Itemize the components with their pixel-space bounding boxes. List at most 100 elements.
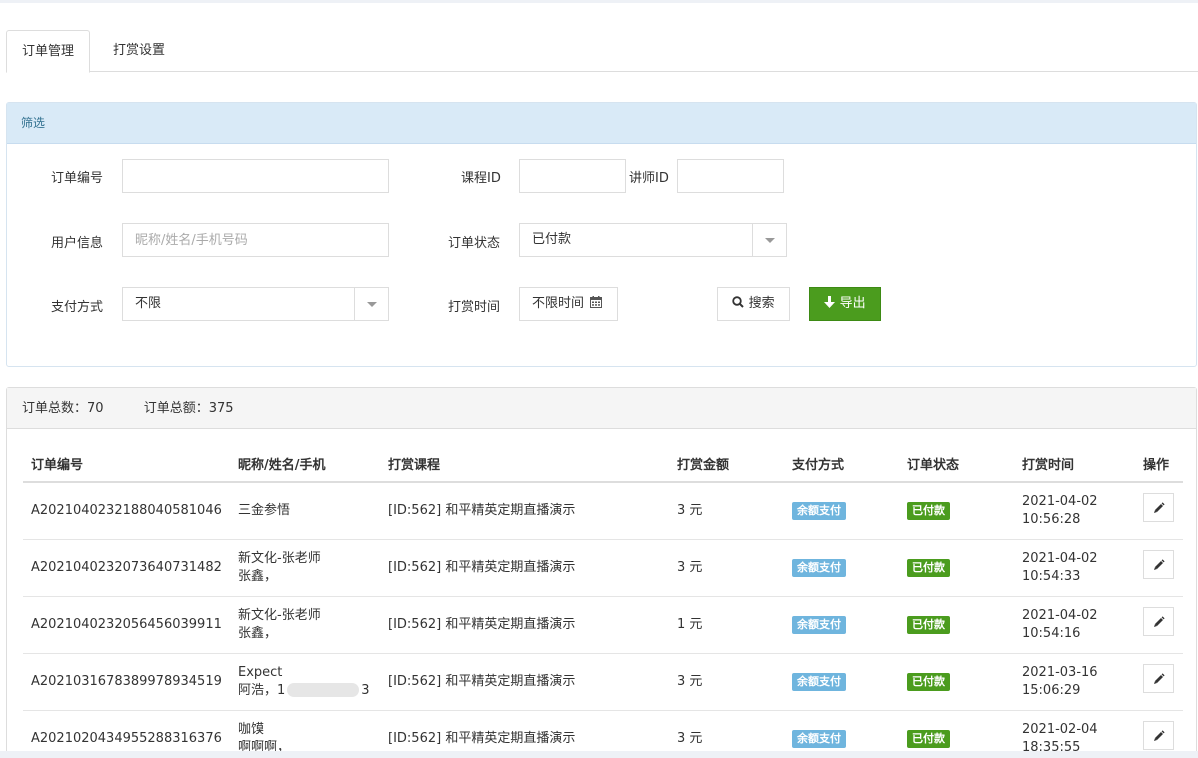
actions-cell — [1135, 482, 1183, 540]
edit-button[interactable] — [1143, 721, 1174, 750]
chevron-down-icon — [367, 302, 377, 307]
course-id-input[interactable] — [519, 159, 626, 193]
export-button[interactable]: 导出 — [809, 287, 881, 321]
order-no-label: 订单编号 — [51, 171, 104, 186]
calendar-icon — [590, 296, 603, 308]
col-actions: 操作 — [1135, 446, 1183, 483]
col-pay-method: 支付方式 — [784, 446, 899, 483]
status-badge: 已付款 — [907, 501, 950, 520]
pencil-icon — [1154, 673, 1165, 684]
col-status: 订单状态 — [899, 446, 1014, 483]
pencil-icon — [1154, 502, 1165, 514]
order-summary: 订单总数：70 订单总额：375 — [7, 388, 1196, 429]
col-time: 打赏时间 — [1014, 446, 1135, 483]
order-no-cell: A2021040232188040581046 — [23, 482, 230, 540]
reward-time-picker[interactable]: 不限时间 — [519, 287, 618, 321]
search-button[interactable]: 搜索 — [717, 287, 790, 321]
status-badge: 已付款 — [907, 615, 950, 634]
pay-method-cell: 余额支付 — [784, 653, 899, 711]
order-status-select[interactable]: 已付款 — [519, 223, 787, 257]
amount-cell: 3 元 — [669, 539, 784, 597]
redacted-phone — [287, 683, 360, 697]
pay-method-label: 支付方式 — [51, 300, 104, 315]
order-no-cell: A2021031678389978934519 — [23, 653, 230, 711]
course-cell: [ID:562] 和平精英定期直播演示 — [380, 482, 669, 540]
amount-cell: 1 元 — [669, 596, 784, 654]
user-cell: 三金参悟 — [230, 482, 380, 540]
filter-panel-title: 筛选 — [7, 103, 1196, 144]
col-user: 昵称/姓名/手机 — [230, 446, 380, 483]
edit-button[interactable] — [1143, 664, 1174, 693]
pay-method-badge: 余额支付 — [792, 729, 846, 748]
user-cell: Expect 阿浩，1 3 — [230, 653, 380, 711]
table-row: A2021031678389978934519 Expect 阿浩，1 3 [ID:… — [23, 653, 1183, 711]
reward-time-label: 打赏时间 — [448, 300, 501, 315]
user-info-input[interactable] — [122, 223, 389, 257]
top-strip — [0, 0, 1198, 3]
order-table-panel: 订单总数：70 订单总额：375 订单编号 昵称/姓名/手机 打赏课程 打赏金额… — [6, 387, 1197, 758]
user-cell: 新文化-张老师 张鑫， — [230, 539, 380, 597]
status-cell: 已付款 — [899, 539, 1014, 597]
order-table: 订单编号 昵称/姓名/手机 打赏课程 打赏金额 支付方式 订单状态 打赏时间 操… — [23, 446, 1183, 758]
tab-order-management[interactable]: 订单管理 — [6, 30, 91, 73]
pay-method-cell: 余额支付 — [784, 596, 899, 654]
search-icon — [732, 296, 745, 308]
pencil-icon — [1154, 730, 1165, 741]
pay-method-badge: 余额支付 — [792, 672, 846, 691]
pay-method-value: 不限 — [135, 296, 162, 311]
pencil-icon — [1154, 559, 1165, 570]
user-info-label: 用户信息 — [51, 236, 104, 251]
search-button-label: 搜索 — [748, 296, 775, 311]
edit-button[interactable] — [1143, 550, 1174, 579]
reward-time-value: 不限时间 — [532, 296, 585, 311]
tab-reward-settings[interactable]: 打赏设置 — [98, 30, 180, 72]
col-course: 打赏课程 — [380, 446, 669, 483]
status-badge: 已付款 — [907, 672, 950, 691]
time-cell: 2021-03-16 15:06:29 — [1014, 653, 1135, 711]
order-status-value: 已付款 — [532, 232, 572, 247]
actions-cell — [1135, 596, 1183, 654]
actions-cell — [1135, 653, 1183, 711]
user-cell: 新文化-张老师 张鑫， — [230, 596, 380, 654]
order-no-input[interactable] — [122, 159, 389, 193]
edit-button[interactable] — [1143, 607, 1174, 636]
amount-cell: 3 元 — [669, 482, 784, 540]
course-cell: [ID:562] 和平精英定期直播演示 — [380, 539, 669, 597]
pay-method-badge: 余额支付 — [792, 501, 846, 520]
order-status-label: 订单状态 — [448, 236, 501, 251]
time-cell: 2021-04-02 10:54:33 — [1014, 539, 1135, 597]
pencil-icon — [1154, 616, 1165, 627]
col-amount: 打赏金额 — [669, 446, 784, 483]
chevron-down-icon — [765, 238, 775, 243]
course-cell: [ID:562] 和平精英定期直播演示 — [380, 653, 669, 711]
filter-panel: 筛选 订单编号 课程ID 讲师ID 用户信息 订单状态 已付款 支付方式 不限 … — [6, 102, 1197, 367]
table-row: A2021040232188040581046 三金参悟 [ID:562] 和平… — [23, 482, 1183, 540]
amount-cell: 3 元 — [669, 653, 784, 711]
actions-cell — [1135, 539, 1183, 597]
time-cell: 2021-04-02 10:54:16 — [1014, 596, 1135, 654]
status-cell: 已付款 — [899, 653, 1014, 711]
table-row: A2021040232056456039911 新文化-张老师 张鑫， [ID:5… — [23, 596, 1183, 654]
status-badge: 已付款 — [907, 729, 950, 748]
table-row: A2021040232073640731482 新文化-张老师 张鑫， [ID:5… — [23, 539, 1183, 597]
course-id-label: 课程ID — [461, 171, 501, 186]
pay-method-cell: 余额支付 — [784, 539, 899, 597]
total-amount: 订单总额：375 — [143, 401, 234, 416]
course-cell: [ID:562] 和平精英定期直播演示 — [380, 596, 669, 654]
bottom-strip — [0, 751, 1198, 758]
arrow-down-icon — [824, 296, 836, 308]
status-badge: 已付款 — [907, 558, 950, 577]
pay-method-badge: 余额支付 — [792, 615, 846, 634]
teacher-id-label: 讲师ID — [629, 171, 669, 186]
tab-bar: 订单管理 打赏设置 — [6, 30, 1198, 73]
pay-method-select[interactable]: 不限 — [122, 287, 389, 321]
teacher-id-input[interactable] — [677, 159, 784, 193]
col-order-no: 订单编号 — [23, 446, 230, 483]
total-orders: 订单总数：70 — [22, 401, 104, 416]
export-button-label: 导出 — [839, 296, 866, 311]
order-no-cell: A2021040232073640731482 — [23, 539, 230, 597]
edit-button[interactable] — [1143, 493, 1174, 523]
pay-method-cell: 余额支付 — [784, 482, 899, 540]
status-cell: 已付款 — [899, 596, 1014, 654]
pay-method-badge: 余额支付 — [792, 558, 846, 577]
